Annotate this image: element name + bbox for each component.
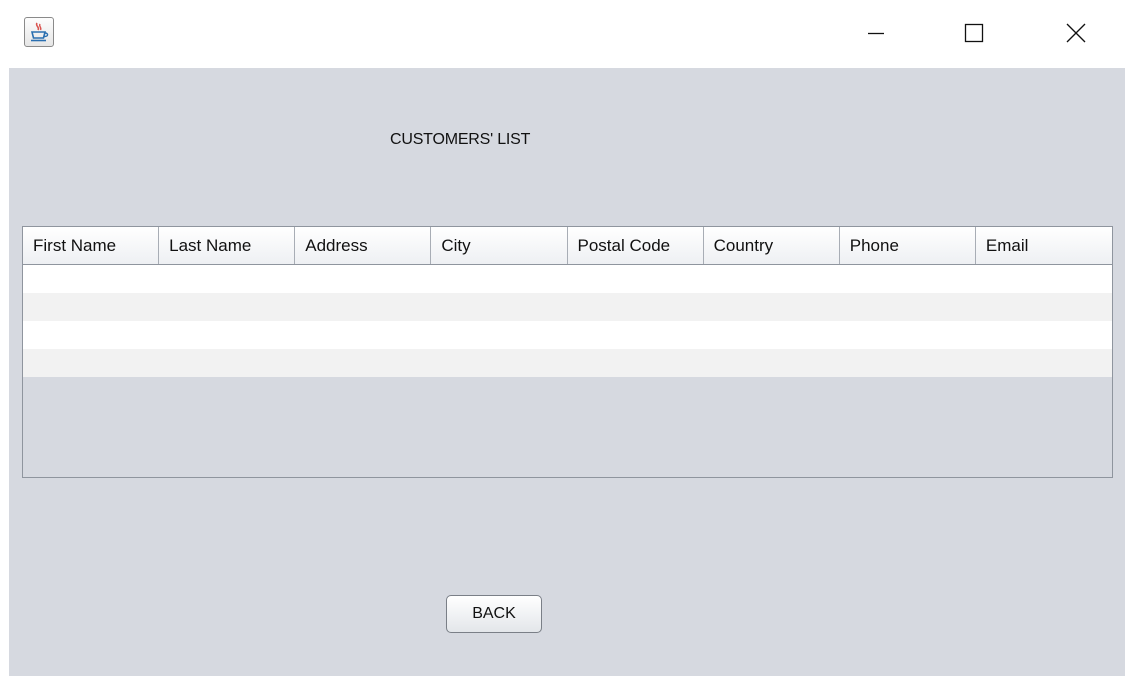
minimize-icon [866, 23, 886, 48]
column-header-phone[interactable]: Phone [840, 227, 976, 264]
column-header-country[interactable]: Country [704, 227, 840, 264]
close-button[interactable] [1048, 10, 1104, 60]
table-row[interactable] [23, 293, 1112, 321]
column-header-last-name[interactable]: Last Name [159, 227, 296, 264]
column-header-email[interactable]: Email [976, 227, 1112, 264]
java-cup-icon[interactable] [24, 17, 54, 47]
customers-table[interactable]: First Name Last Name Address City Postal… [22, 226, 1113, 478]
back-button[interactable]: BACK [446, 595, 542, 633]
table-body[interactable] [23, 265, 1112, 377]
application-window: CUSTOMERS' LIST First Name Last Name Add… [0, 0, 1125, 676]
column-header-address[interactable]: Address [295, 227, 432, 264]
column-header-city[interactable]: City [431, 227, 568, 264]
table-row[interactable] [23, 349, 1112, 377]
close-icon [1065, 22, 1087, 49]
table-row[interactable] [23, 265, 1112, 293]
maximize-button[interactable] [946, 10, 1002, 60]
content-panel: CUSTOMERS' LIST First Name Last Name Add… [9, 68, 1125, 676]
page-title: CUSTOMERS' LIST [390, 131, 531, 148]
table-header: First Name Last Name Address City Postal… [23, 227, 1112, 265]
table-row[interactable] [23, 321, 1112, 349]
column-header-first-name[interactable]: First Name [23, 227, 160, 264]
minimize-button[interactable] [848, 10, 904, 60]
title-bar[interactable] [0, 0, 1125, 68]
maximize-icon [963, 22, 985, 49]
column-header-postal-code[interactable]: Postal Code [568, 227, 704, 264]
